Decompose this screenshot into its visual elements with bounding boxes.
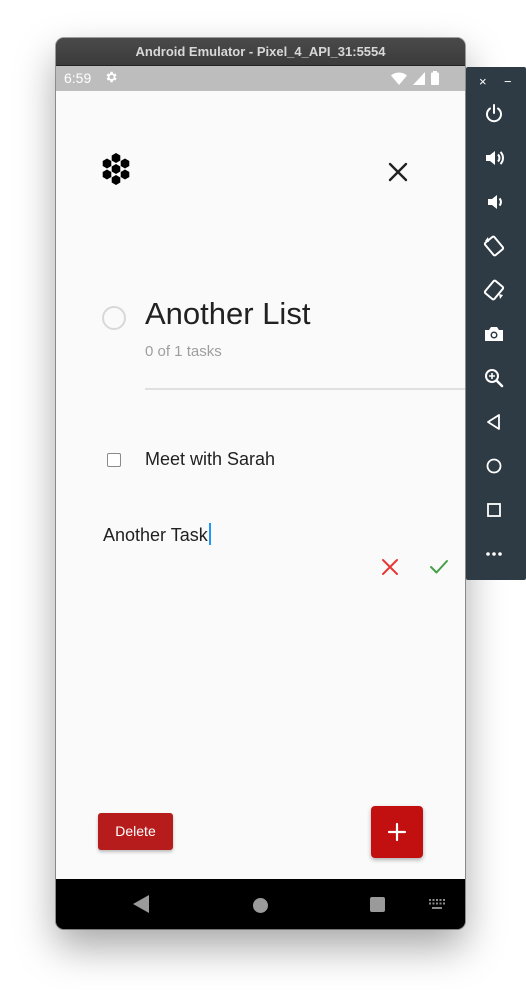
window-title: Android Emulator - Pixel_4_API_31:5554 [56,38,465,66]
battery-icon [431,71,439,85]
back-icon[interactable] [133,895,149,913]
more-icon[interactable] [483,543,505,565]
keyboard-icon[interactable] [429,899,445,911]
home-icon[interactable] [253,898,268,913]
plus-icon [387,822,407,842]
zoom-icon[interactable] [483,367,505,389]
back-icon[interactable] [483,411,505,433]
home-icon[interactable] [483,455,505,477]
add-task-button[interactable] [371,806,423,858]
power-icon[interactable] [483,103,505,125]
new-task-text: Another Task [103,525,208,545]
app-screen: Another List 0 of 1 tasks Meet with Sara… [56,91,465,879]
toolbar-minimize-button[interactable]: − [504,75,512,89]
delete-button[interactable]: Delete [98,813,173,850]
close-icon[interactable] [384,158,412,186]
overview-icon[interactable] [483,499,505,521]
recents-icon[interactable] [370,897,385,912]
volume-down-icon[interactable] [483,191,505,213]
check-icon[interactable] [428,557,450,577]
status-icons [391,71,439,85]
camera-icon[interactable] [483,323,505,345]
navigation-bar [56,879,465,929]
volume-up-icon[interactable] [483,147,505,169]
status-bar: 6:59 [56,66,465,91]
new-task-input[interactable]: Another Task [103,522,363,548]
rotate-left-icon[interactable] [483,235,505,257]
status-time: 6:59 [64,70,92,86]
emulator-toolbar: × − [466,67,526,580]
cellular-icon [413,71,425,85]
hexagon-cluster-icon [102,153,130,185]
toolbar-close-button[interactable]: × [479,75,487,89]
divider [145,388,465,390]
list-title: Another List [145,296,311,331]
gear-icon [106,71,117,83]
emulator-window: Android Emulator - Pixel_4_API_31:5554 6… [56,38,465,929]
task-label: Meet with Sarah [145,449,276,469]
text-caret [208,523,211,545]
task-checkbox[interactable] [107,453,121,467]
rotate-right-icon[interactable] [483,279,505,301]
stage: Android Emulator - Pixel_4_API_31:5554 6… [0,0,526,1004]
list-task-count: 0 of 1 tasks [145,343,222,360]
wifi-icon [391,71,407,85]
list-complete-toggle[interactable] [102,306,126,330]
cancel-icon[interactable] [380,557,400,577]
toolbar-window-controls: × − [466,75,526,89]
